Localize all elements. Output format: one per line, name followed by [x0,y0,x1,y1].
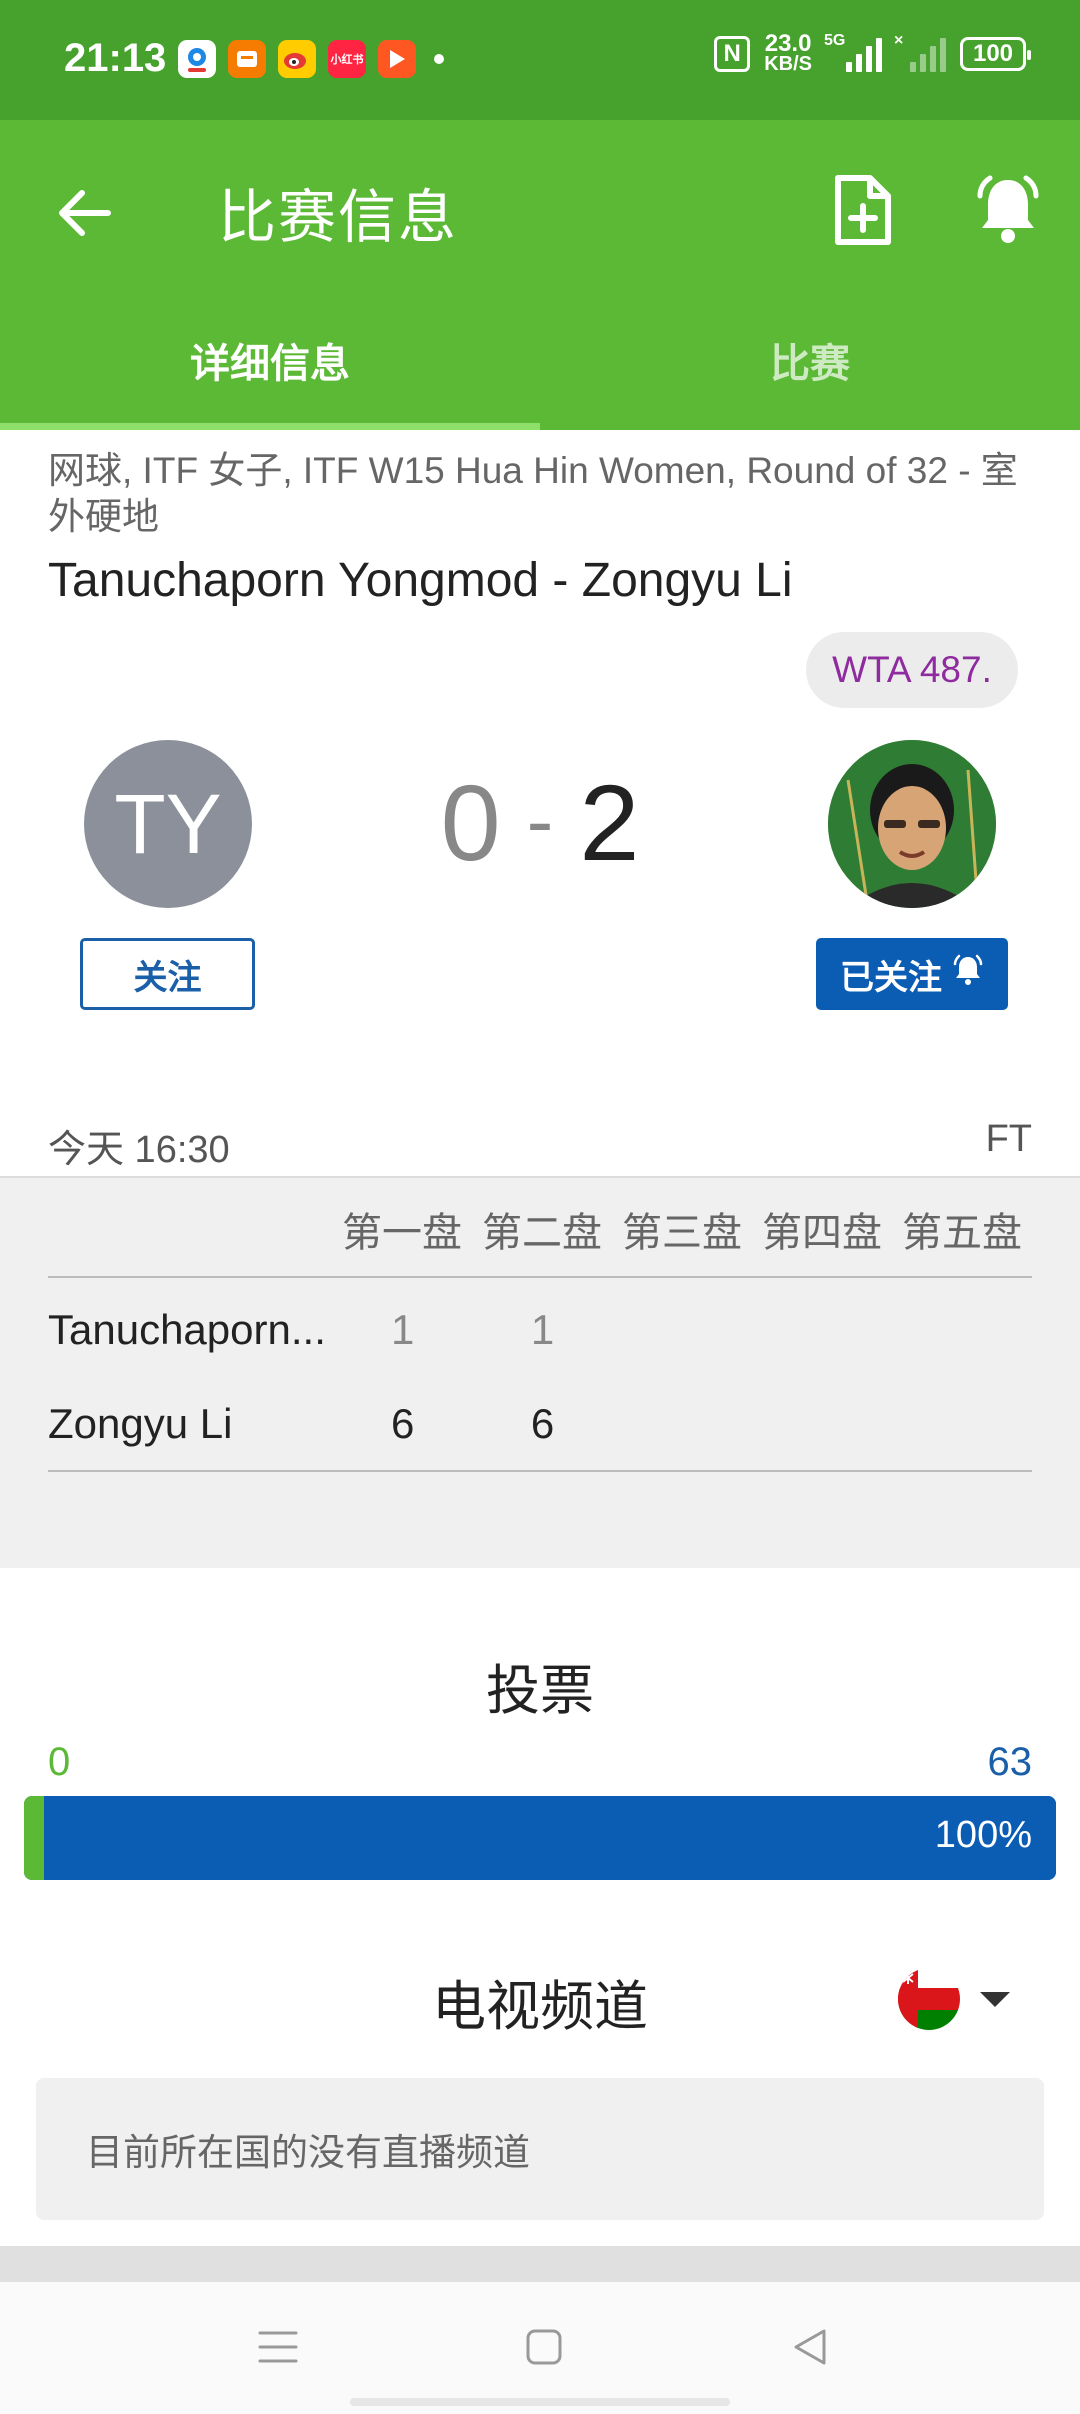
notification-dot-icon [434,54,444,64]
sets-table: 第一盘 第二盘 第三盘 第四盘 第五盘 Tanuchaporn... 1 1 Z… [0,1176,1080,1568]
set-score: 6 [530,1400,555,1447]
set-score: 1 [390,1306,415,1353]
set-header: 第一盘 [342,1211,462,1255]
menu-icon[interactable] [238,2312,318,2382]
vote-away-count: 63 [987,1740,1033,1784]
status-app-icons: 小红书 [178,40,444,78]
table-row: Tanuchaporn... 1 1 [48,1282,1032,1378]
away-score: 2 [579,762,640,883]
app-bar: 比赛信息 详细信息 比赛 [0,120,1080,430]
match-time: 今天 16:30 [48,1129,230,1171]
notification-bell-icon[interactable] [972,172,1044,248]
tab-matches[interactable]: 比赛 [540,310,1080,430]
back-triangle-icon[interactable] [770,2312,850,2382]
home-score: 0 [440,762,501,883]
vote-home-count: 0 [48,1740,71,1784]
network-speed: 23.0 KB/S [764,30,812,75]
vote-bar[interactable]: 100% [24,1796,1056,1880]
app-orange-icon [228,40,266,78]
follow-home-button[interactable]: 关注 [80,938,255,1010]
sim1-tag: 5G [824,32,846,49]
set-header: 第四盘 [762,1211,882,1255]
section-divider [0,2246,1080,2282]
match-score: 0-2 [0,760,1080,885]
network-speed-unit: KB/S [764,53,812,75]
tab-details[interactable]: 详细信息 [0,310,540,430]
battery-icon: 100 [960,37,1031,71]
player-name: Zongyu Li [48,1400,233,1447]
set-header: 第三盘 [622,1211,742,1255]
bell-ring-icon [952,953,984,996]
vote-home-fill[interactable] [24,1796,44,1880]
vote-title: 投票 [486,1661,594,1721]
video-play-icon [378,40,416,78]
chevron-down-icon[interactable] [980,1992,1010,2007]
system-nav-bar [0,2282,1080,2414]
status-indicators: N 23.0 KB/S 5G × 100 [714,30,1031,75]
weibo-icon [278,40,316,78]
match-status: FT [985,1118,1032,1160]
sim2-tag: × [894,32,904,49]
page-title: 比赛信息 [218,185,459,250]
set-score: 1 [530,1306,555,1353]
status-time: 21:13 [64,36,167,80]
back-arrow-icon[interactable] [50,178,120,248]
signal-sim2-icon: × [894,32,946,72]
tv-channels-empty: 目前所在国的没有直播频道 [36,2078,1044,2220]
xiaohongshu-icon: 小红书 [328,40,366,78]
vote-away-percent: 100% [934,1814,1032,1856]
table-row: Zongyu Li 6 6 [48,1376,1032,1472]
oman-flag-icon[interactable] [898,1968,960,2030]
following-away-button[interactable]: 已关注 [816,938,1008,1010]
player-name: Tanuchaporn... [48,1306,326,1353]
divider [48,1276,1032,1278]
app-blue-icon [178,40,216,78]
set-header: 第五盘 [902,1211,1022,1255]
rank-badge: WTA 487. [806,632,1018,708]
match-title: Tanuchaporn Yongmod - Zongyu Li [48,554,793,607]
score-separator: - [526,776,554,865]
home-indicator [350,2398,730,2406]
tab-bar: 详细信息 比赛 [0,310,1080,430]
set-header: 第二盘 [482,1211,602,1255]
signal-sim1-icon: 5G [824,32,882,72]
sets-header-row: 第一盘 第二盘 第三盘 第四盘 第五盘 [332,1200,1032,1258]
divider [48,1470,1032,1472]
add-document-icon[interactable] [830,172,896,248]
nfc-icon: N [714,36,751,72]
following-label: 已关注 [840,958,942,997]
set-score: 6 [390,1400,415,1447]
breadcrumb: 网球, ITF 女子, ITF W15 Hua Hin Women, Round… [48,450,1018,537]
status-bar: 21:13 小红书 N 23.0 KB/S 5G × 100 [0,0,1080,120]
network-speed-value: 23.0 [764,30,812,57]
vote-away-fill[interactable]: 100% [44,1796,1056,1880]
home-square-icon[interactable] [504,2312,584,2382]
